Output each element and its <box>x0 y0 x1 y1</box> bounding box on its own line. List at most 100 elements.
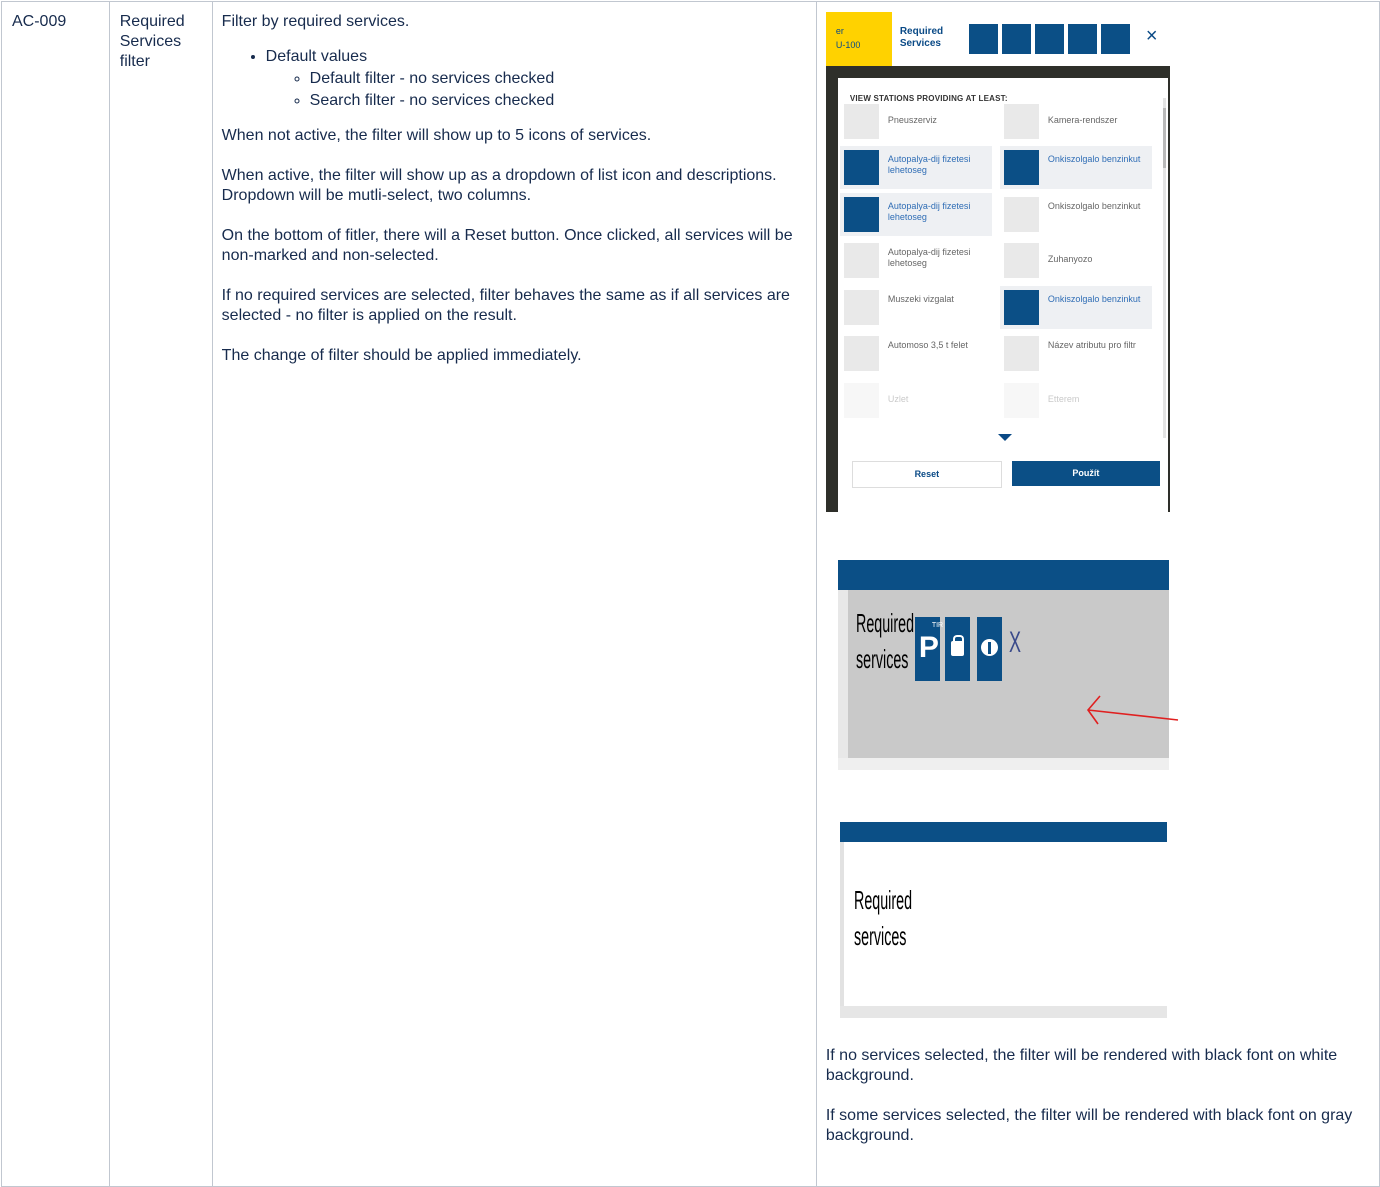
divider <box>837 758 1169 770</box>
service-slot-icon <box>1067 24 1097 54</box>
filter-label: Required Services <box>899 26 944 49</box>
service-slot-icon <box>968 24 998 54</box>
service-label: Zuhanyozo <box>1047 254 1093 264</box>
service-option[interactable]: Automoso 3,5 t felet <box>840 332 992 375</box>
filter-label-line2: services <box>855 644 909 674</box>
apply-button[interactable]: Použít <box>1011 461 1160 486</box>
service-option[interactable]: Název atributu pro filtr <box>1000 332 1152 375</box>
defaults-heading: Default values <box>265 48 368 65</box>
paragraph: If no required services are selected, fi… <box>221 287 790 324</box>
service-checkbox-icon[interactable] <box>1003 243 1039 278</box>
paragraph: When not active, the filter will show up… <box>221 127 652 144</box>
table-row: AC-009 Required Services filter Filter b… <box>1 1 1380 1187</box>
service-option[interactable]: Onkiszolgalo benzinkut <box>1000 193 1152 236</box>
service-checkbox-icon[interactable] <box>1003 336 1039 371</box>
station-chip-line2: U-100 <box>835 40 861 50</box>
header-band <box>839 822 1167 842</box>
service-option[interactable]: Autopalya-dij fizetesi lehetoseg <box>839 146 992 189</box>
paragraph: On the bottom of fitler, there will a Re… <box>221 227 793 264</box>
clear-icon[interactable]: X <box>1009 626 1021 660</box>
paragraph: If no services selected, the filter will… <box>825 1047 1338 1084</box>
reset-button[interactable]: Reset <box>851 461 1002 488</box>
compact-filter-inactive-image: Required services <box>839 822 1170 1022</box>
defaults-list: Default values Default filter - no servi… <box>222 46 806 112</box>
service-checkbox-icon[interactable] <box>1003 104 1039 139</box>
dropdown-panel: VIEW STATIONS PROVIDING AT LEAST: Pneusz… <box>837 78 1168 512</box>
service-checkbox-icon[interactable] <box>843 150 879 185</box>
paragraph: The change of filter should be applied i… <box>221 347 582 364</box>
filter-label: Required services <box>856 605 914 677</box>
red-arrow-icon <box>1086 695 1178 725</box>
paragraph: When active, the filter will show up as … <box>221 167 777 204</box>
service-label: Autopalya-dij fizetesi lehetoseg <box>887 201 971 222</box>
id-cell: AC-009 <box>1 1 110 1187</box>
service-label: Kamera-rendszer <box>1047 115 1118 125</box>
service-option[interactable]: Uzlet <box>840 379 992 422</box>
parking-icon[interactable]: P TIR <box>914 617 944 681</box>
filter-label-line1: Required <box>853 885 912 915</box>
service-option[interactable]: Kamera-rendszer <box>1000 100 1152 143</box>
service-label: Onkiszolgalo benzinkut <box>1047 294 1141 304</box>
scroll-down-icon[interactable] <box>997 434 1012 441</box>
requirement-name: Required Services filter <box>119 13 185 70</box>
paragraph: If some services selected, the filter wi… <box>825 1107 1353 1144</box>
service-option[interactable]: Etterem <box>1000 379 1152 422</box>
service-label: Onkiszolgalo benzinkut <box>1047 154 1141 164</box>
service-option[interactable]: Onkiszolgalo benzinkut <box>999 286 1152 329</box>
compact-filter-active-image: Required services P TIR X <box>837 560 1179 780</box>
service-slot-icon <box>1034 24 1064 54</box>
service-checkbox-icon[interactable] <box>1003 197 1039 232</box>
requirements-table: AC-009 Required Services filter Filter b… <box>1 1 1380 1187</box>
service-label: Onkiszolgalo benzinkut <box>1047 201 1141 211</box>
service-option[interactable]: Onkiszolgalo benzinkut <box>999 146 1152 189</box>
station-chip-line1: er <box>835 26 844 36</box>
filter-topbar: er U-100 Required Services × <box>825 12 1170 66</box>
dropdown-mockup-image: er U-100 Required Services × VIEW STATIO… <box>825 12 1170 512</box>
service-label: Automoso 3,5 t felet <box>887 340 968 350</box>
service-label: Autopalya-dij fizetesi lehetoseg <box>887 154 971 175</box>
filter-label-line2: services <box>853 921 907 951</box>
description-intro: Filter by required services. <box>221 13 410 30</box>
parking-letter: P <box>918 631 939 664</box>
filter-label: Required services <box>854 882 912 954</box>
service-checkbox-icon[interactable] <box>1003 383 1039 418</box>
service-option[interactable]: Autopalya-dij fizetesi lehetoseg <box>840 239 992 282</box>
service-checkbox-icon[interactable] <box>1003 290 1039 325</box>
service-label: Muszeki vizgalat <box>887 294 954 304</box>
illustration-cell: er U-100 Required Services × VIEW STATIO… <box>815 1 1380 1187</box>
service-label: Autopalya-dij fizetesi lehetoseg <box>887 247 971 268</box>
service-slot-icon <box>1100 24 1130 54</box>
filter-label-line1: Required <box>855 608 914 638</box>
divider <box>839 1006 1167 1018</box>
service-checkbox-icon[interactable] <box>843 290 879 325</box>
close-icon[interactable]: × <box>1146 25 1158 48</box>
service-checkbox-icon[interactable] <box>843 243 879 278</box>
service-checkbox-icon[interactable] <box>843 383 879 418</box>
station-chip: er U-100 <box>825 12 892 66</box>
list-item: Default values Default filter - no servi… <box>266 46 806 112</box>
service-label: Uzlet <box>887 394 909 404</box>
service-option[interactable]: Pneuszerviz <box>840 100 992 143</box>
list-item: Search filter - no services checked <box>310 90 806 112</box>
restaurant-icon[interactable] <box>976 617 1002 681</box>
scrollbar-thumb[interactable] <box>1162 108 1166 168</box>
shop-bag-icon[interactable] <box>944 617 970 681</box>
service-option[interactable]: Autopalya-dij fizetesi lehetoseg <box>839 193 992 236</box>
name-cell: Required Services filter <box>108 1 213 1187</box>
service-option[interactable]: Muszeki vizgalat <box>840 286 992 329</box>
service-checkbox-icon[interactable] <box>1003 150 1039 185</box>
service-option[interactable]: Zuhanyozo <box>1000 239 1152 282</box>
divider <box>837 590 848 758</box>
service-checkbox-icon[interactable] <box>843 197 879 232</box>
parking-sup: TIR <box>931 622 944 629</box>
divider <box>839 842 844 1006</box>
description-cell: Filter by required services. Default val… <box>211 1 817 1187</box>
service-label: Etterem <box>1047 394 1080 404</box>
service-label: Pneuszerviz <box>887 115 937 125</box>
list-item: Default filter - no services checked <box>310 68 806 90</box>
header-band <box>837 560 1169 590</box>
service-checkbox-icon[interactable] <box>843 104 879 139</box>
service-slot-icon <box>1001 24 1031 54</box>
service-checkbox-icon[interactable] <box>843 336 879 371</box>
requirement-id: AC-009 <box>12 13 67 30</box>
